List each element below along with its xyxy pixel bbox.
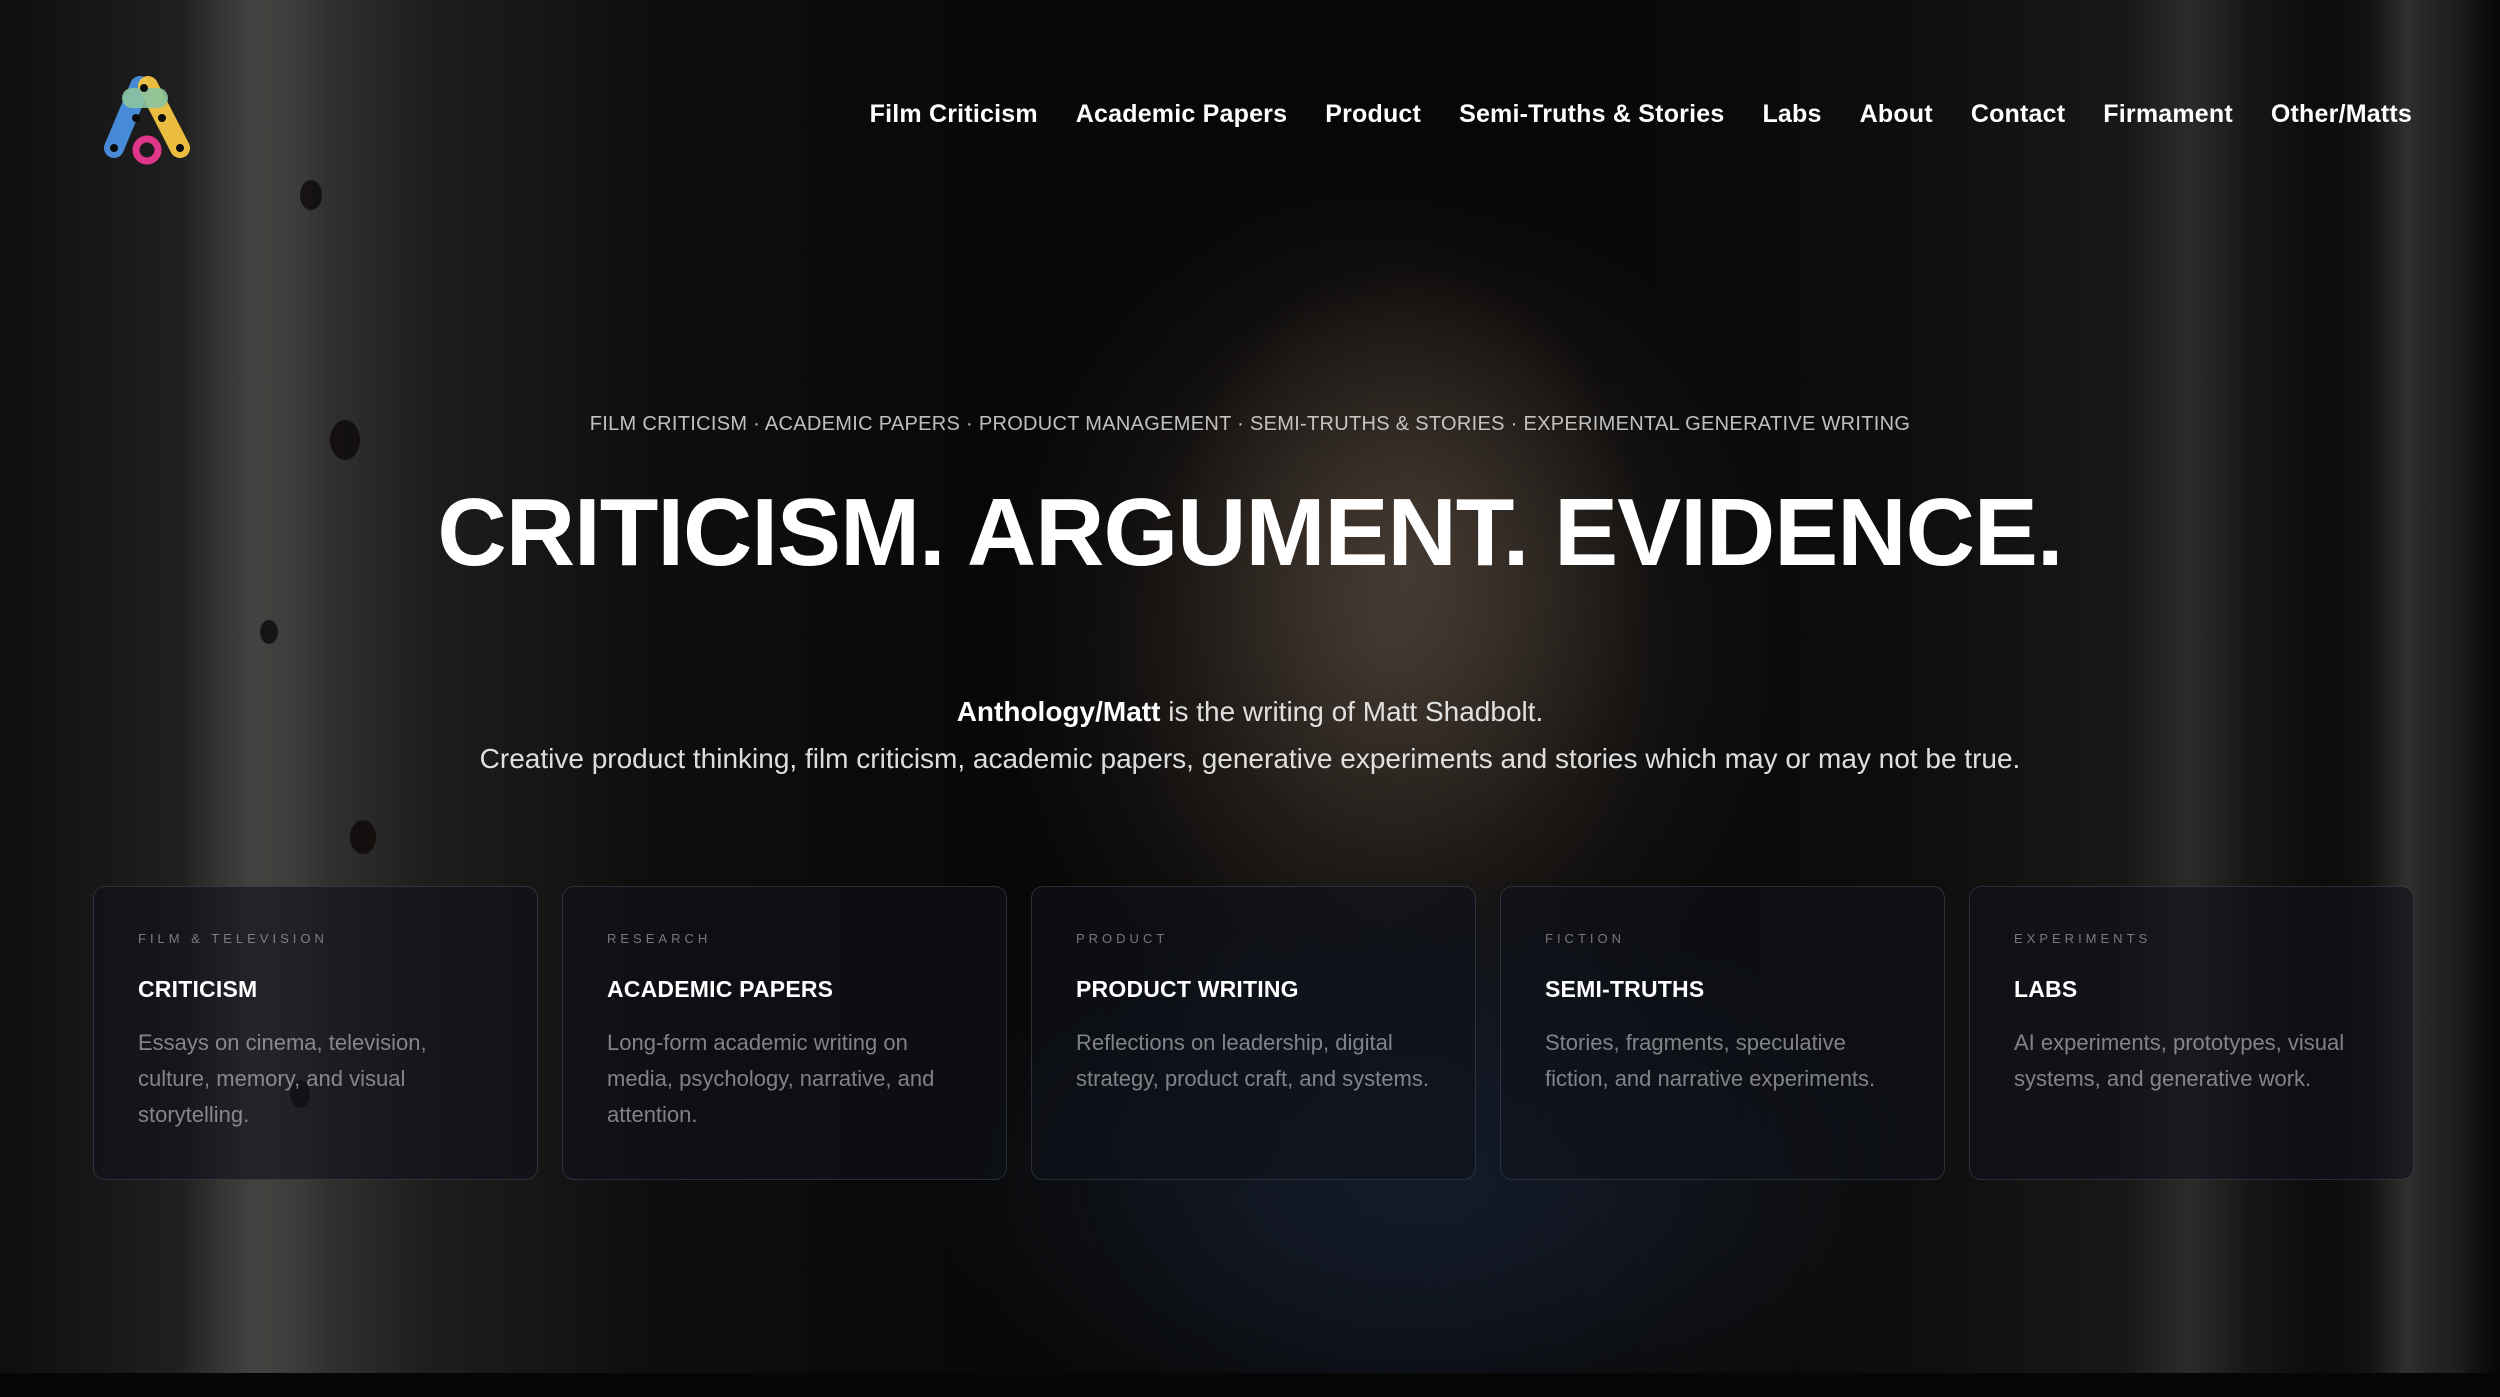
- intro-line-1-text: is the writing of Matt Shadbolt.: [1160, 696, 1544, 727]
- card-academic-papers[interactable]: RESEARCH ACADEMIC PAPERS Long-form acade…: [562, 886, 1007, 1180]
- nav-other-matts[interactable]: Other/Matts: [2271, 100, 2412, 129]
- main-navigation: Film Criticism Academic Papers Product S…: [870, 100, 2412, 129]
- nav-semi-truths-stories[interactable]: Semi-Truths & Stories: [1459, 100, 1724, 129]
- card-title: SEMI-TRUTHS: [1545, 976, 1705, 1002]
- card-eyebrow: EXPERIMENTS: [2014, 931, 2152, 946]
- card-title: ACADEMIC PAPERS: [607, 976, 834, 1002]
- card-labs[interactable]: EXPERIMENTS LABS AI experiments, prototy…: [1969, 886, 2414, 1180]
- card-criticism[interactable]: FILM & TELEVISION CRITICISM Essays on ci…: [93, 886, 538, 1180]
- card-title: LABS: [2014, 976, 2078, 1002]
- intro-line-2: Creative product thinking, film criticis…: [479, 743, 2021, 774]
- hero-headline: CRITICISM. ARGUMENT. EVIDENCE.: [437, 479, 2063, 586]
- site-logo-icon[interactable]: [92, 68, 202, 168]
- intro-line-1: Anthology/Matt is the writing of Matt Sh…: [0, 688, 2500, 735]
- brand-name: Anthology/Matt: [956, 696, 1161, 727]
- nav-about[interactable]: About: [1860, 100, 1933, 129]
- card-title: PRODUCT WRITING: [1076, 976, 1299, 1002]
- card-description: Stories, fragments, speculative fiction,…: [1545, 1030, 1876, 1091]
- card-description: Essays on cinema, television, culture, m…: [138, 1030, 427, 1127]
- nav-labs[interactable]: Labs: [1762, 100, 1821, 129]
- card-eyebrow: RESEARCH: [607, 931, 712, 946]
- hero-kicker: FILM CRITICISM · ACADEMIC PAPERS · PRODU…: [589, 413, 1911, 435]
- section-cards: FILM & TELEVISION CRITICISM Essays on ci…: [93, 886, 2414, 1180]
- card-description: Reflections on leadership, digital strat…: [1076, 1030, 1429, 1091]
- anthology-logo-icon: [104, 76, 190, 165]
- card-title: CRITICISM: [138, 976, 258, 1002]
- hero-intro: Anthology/Matt is the writing of Matt Sh…: [0, 688, 2500, 782]
- nav-film-criticism[interactable]: Film Criticism: [870, 100, 1038, 129]
- nav-contact[interactable]: Contact: [1971, 100, 2065, 129]
- page-bottom-edge: [0, 1373, 2500, 1397]
- card-description: AI experiments, prototypes, visual syste…: [2014, 1030, 2345, 1091]
- card-eyebrow: PRODUCT: [1076, 931, 1169, 946]
- card-eyebrow: FICTION: [1545, 931, 1625, 946]
- card-eyebrow: FILM & TELEVISION: [138, 931, 328, 946]
- nav-firmament[interactable]: Firmament: [2103, 100, 2233, 129]
- nav-academic-papers[interactable]: Academic Papers: [1076, 100, 1287, 129]
- nav-product[interactable]: Product: [1325, 100, 1421, 129]
- card-semi-truths[interactable]: FICTION SEMI-TRUTHS Stories, fragments, …: [1500, 886, 1945, 1180]
- card-product-writing[interactable]: PRODUCT PRODUCT WRITING Reflections on l…: [1031, 886, 1476, 1180]
- card-description: Long-form academic writing on media, psy…: [607, 1030, 935, 1127]
